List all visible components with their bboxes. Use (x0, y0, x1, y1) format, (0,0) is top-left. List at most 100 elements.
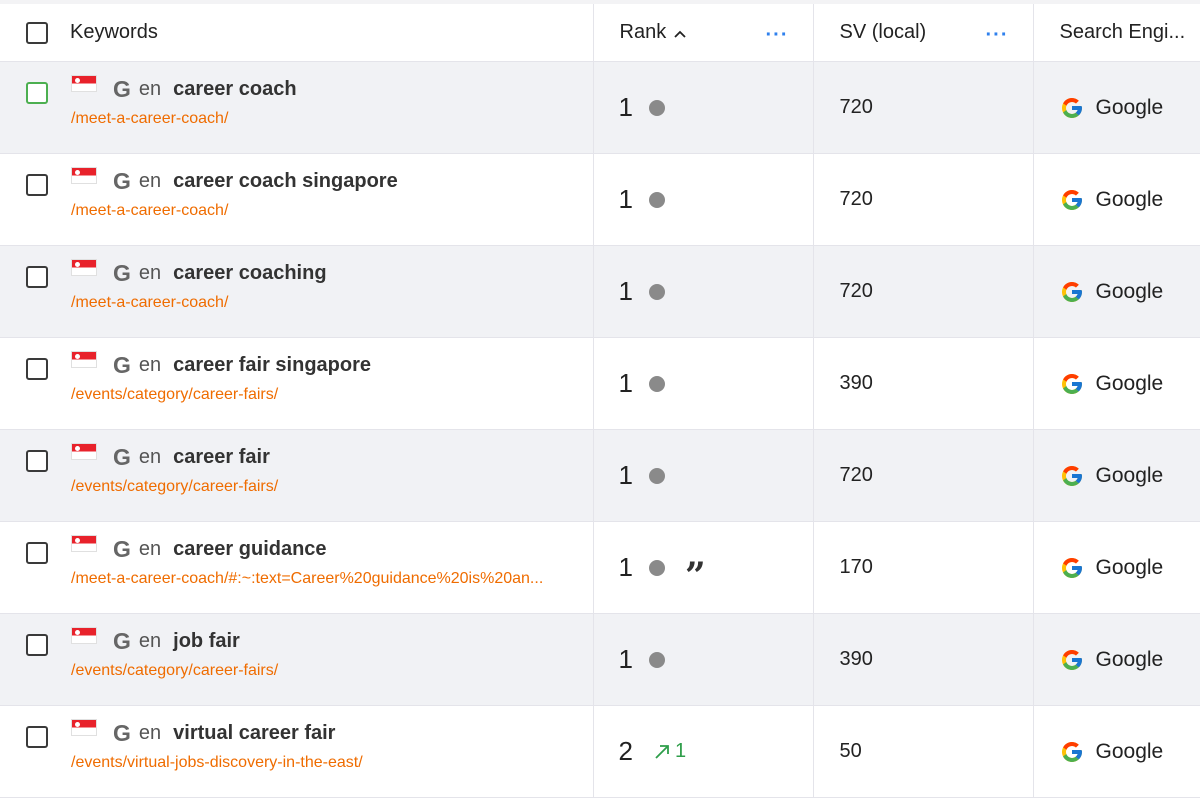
rank-value: 2 (618, 736, 633, 766)
search-engine-cell: Google (1033, 613, 1200, 706)
keyword-cell: Gen career coach/meet-a-career-coach/ (0, 61, 594, 154)
row-checkbox[interactable] (26, 450, 48, 472)
google-logo-icon (1061, 741, 1082, 762)
google-logo-icon (1061, 373, 1082, 394)
google-g-icon: G (113, 536, 131, 562)
rank-cell: 1 (593, 61, 814, 154)
table-row[interactable]: Gen career coach/meet-a-career-coach/1 720… (0, 61, 1200, 154)
language-code: en (138, 354, 162, 376)
table-row[interactable]: Gen career coach singapore/meet-a-career-… (0, 153, 1200, 246)
rank-status-dot (648, 191, 665, 208)
rank-cell: 1 (593, 153, 814, 246)
search-engine-name: Google (1095, 371, 1164, 395)
rank-change: 1 (653, 740, 686, 763)
search-engine-cell: Google (1033, 153, 1200, 246)
search-volume-value: 720 (839, 188, 873, 210)
language-code: en (138, 630, 162, 652)
keyword-text[interactable]: career coaching (173, 262, 326, 285)
google-g-icon: G (113, 76, 131, 102)
rank-status-dot (648, 375, 665, 392)
arrow-up-right-icon (655, 744, 669, 759)
keyword-cell: Gen career fair/events/category/career-fa… (0, 429, 594, 522)
rank-value: 1 (618, 276, 633, 306)
row-checkbox[interactable] (26, 266, 48, 288)
search-volume-value: 720 (839, 464, 873, 486)
row-checkbox[interactable] (26, 174, 48, 196)
singapore-flag-icon (71, 535, 97, 552)
language-code: en (138, 446, 162, 468)
rank-status-dot (648, 283, 665, 300)
search-engine-cell: Google (1033, 245, 1200, 338)
sv-cell: 390 (813, 613, 1034, 706)
rank-cell: 1 (593, 245, 814, 338)
rank-cell: 1 (593, 337, 814, 430)
rank-cell: 21 (593, 705, 814, 798)
search-engine-name: Google (1095, 739, 1164, 763)
language-code: en (138, 78, 162, 100)
table-row[interactable]: Gen virtual career fair/events/virtual-jo… (0, 705, 1200, 798)
table-row[interactable]: Gen career coaching/meet-a-career-coach/1… (0, 245, 1200, 338)
keyword-text[interactable]: virtual career fair (173, 722, 335, 745)
singapore-flag-icon (71, 351, 97, 368)
ranking-url-link[interactable]: /meet-a-career-coach/ (71, 294, 581, 312)
select-all-checkbox[interactable] (26, 21, 48, 44)
sv-cell: 390 (813, 337, 1034, 430)
row-checkbox[interactable] (26, 358, 48, 380)
singapore-flag-icon (71, 443, 97, 460)
google-logo-icon (1061, 97, 1082, 118)
google-g-icon: G (113, 720, 131, 746)
header-sv[interactable]: SV (local) ··· (813, 4, 1034, 62)
ranking-url-link[interactable]: /events/category/career-fairs/ (71, 662, 581, 680)
sv-cell: 720 (813, 429, 1034, 522)
keyword-text[interactable]: career coach (173, 78, 296, 101)
sv-cell: 720 (813, 61, 1034, 154)
ranking-url-link[interactable]: /meet-a-career-coach/ (71, 202, 581, 220)
search-engine-cell: Google (1033, 521, 1200, 614)
google-logo-icon (1061, 649, 1082, 670)
rank-cell: 1 (593, 613, 814, 706)
table-row[interactable]: Gen job fair/events/category/career-fairs… (0, 613, 1200, 706)
ranking-url-link[interactable]: /meet-a-career-coach/ (71, 110, 581, 128)
sv-more-options-icon[interactable]: ··· (986, 24, 1009, 47)
row-checkbox[interactable] (26, 82, 48, 104)
ranking-url-link[interactable]: /meet-a-career-coach/#:~:text=Career%20g… (71, 570, 581, 588)
singapore-flag-icon (71, 75, 97, 92)
google-logo-icon (1061, 189, 1082, 210)
rank-more-options-icon[interactable]: ··· (766, 24, 789, 47)
keyword-text[interactable]: career fair (173, 446, 270, 469)
ranking-url-link[interactable]: /events/virtual-jobs-discovery-in-the-ea… (71, 754, 581, 772)
keyword-cell: Gen career fair singapore/events/category… (0, 337, 594, 430)
google-g-icon: G (113, 352, 131, 378)
keyword-text[interactable]: career fair singapore (173, 354, 371, 377)
row-checkbox[interactable] (26, 726, 48, 748)
rank-value: 1 (618, 460, 633, 490)
ranking-url-link[interactable]: /events/category/career-fairs/ (71, 478, 581, 496)
keyword-text[interactable]: job fair (173, 630, 240, 653)
chevron-up-icon[interactable] (674, 21, 686, 44)
rank-status-dot (648, 467, 665, 484)
row-checkbox[interactable] (26, 634, 48, 656)
featured-snippet-quote-icon[interactable]: ” (685, 558, 706, 594)
keyword-cell: Gen job fair/events/category/career-fairs… (0, 613, 594, 706)
search-engine-name: Google (1095, 555, 1164, 579)
header-rank[interactable]: Rank ··· (593, 4, 814, 62)
google-logo-icon (1061, 557, 1082, 578)
table-row[interactable]: Gen career guidance/meet-a-career-coach/#… (0, 521, 1200, 614)
table-row[interactable]: Gen career fair/events/category/career-fa… (0, 429, 1200, 522)
search-engine-name: Google (1095, 95, 1164, 119)
table-row[interactable]: Gen career fair singapore/events/category… (0, 337, 1200, 430)
ranking-url-link[interactable]: /events/category/career-fairs/ (71, 386, 581, 404)
header-search-engine-label: Search Engi... (1059, 21, 1186, 43)
search-engine-name: Google (1095, 463, 1164, 487)
keyword-text[interactable]: career guidance (173, 538, 326, 561)
header-rank-label: Rank (619, 21, 667, 43)
header-search-engine[interactable]: Search Engi... (1033, 4, 1200, 62)
rank-status-dot (648, 651, 665, 668)
header-sv-label: SV (local) (839, 21, 927, 43)
keyword-text[interactable]: career coach singapore (173, 170, 398, 193)
row-checkbox[interactable] (26, 542, 48, 564)
language-code: en (138, 170, 162, 192)
rank-value: 1 (618, 368, 633, 398)
search-engine-name: Google (1095, 279, 1164, 303)
header-keywords: Keywords (0, 4, 594, 62)
